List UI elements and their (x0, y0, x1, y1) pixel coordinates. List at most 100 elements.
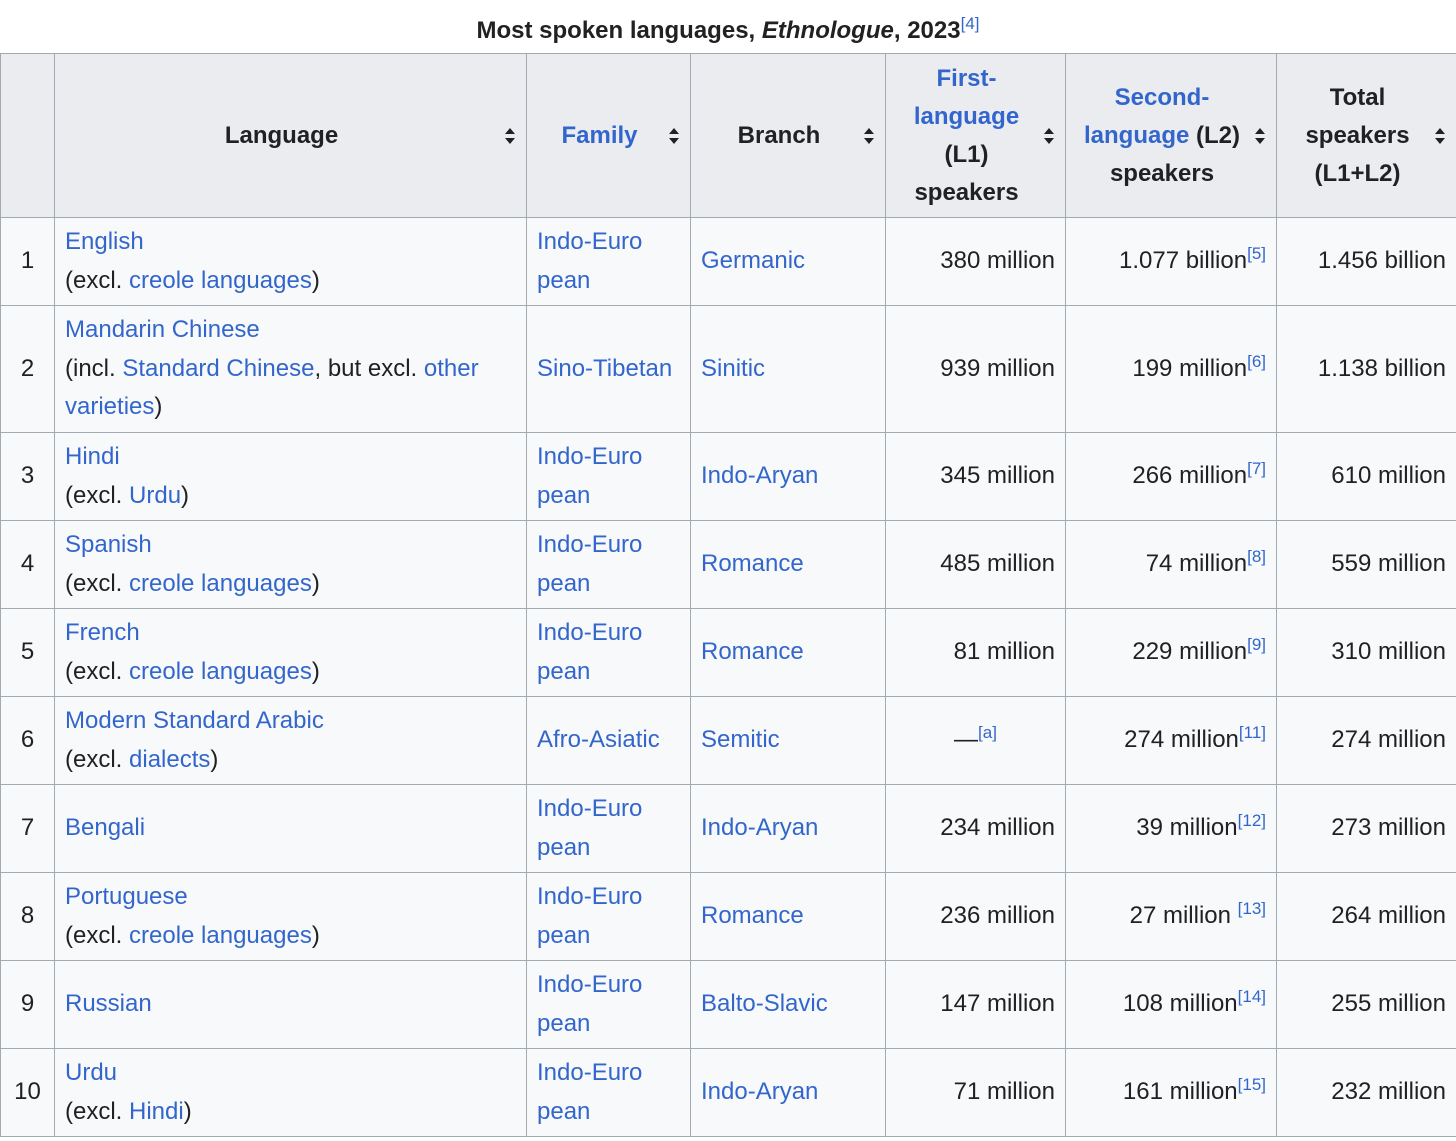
l2-ref-link[interactable]: [5] (1247, 244, 1266, 263)
l2-ref-link[interactable]: [9] (1247, 635, 1266, 654)
l2-speakers-cell: 229 million[9] (1065, 608, 1277, 697)
header-l1-link[interactable]: First-language (914, 65, 1019, 130)
header-family[interactable]: Family (526, 53, 691, 218)
branch-link[interactable]: Indo-Aryan (701, 1078, 818, 1105)
table-row: 2 Mandarin Chinese (incl. Standard Chinese… (0, 305, 1456, 433)
family-link[interactable]: Sino-Tibetan (537, 355, 672, 382)
language-link[interactable]: Russian (65, 990, 152, 1017)
sort-arrows-icon[interactable] (1043, 127, 1055, 144)
language-link[interactable]: Mandarin Chinese (65, 316, 260, 343)
header-family-link[interactable]: Family (561, 122, 637, 149)
language-link[interactable]: French (65, 619, 140, 646)
total-speakers-value: 1.456 billion (1317, 247, 1446, 275)
l2-speakers-value: 229 million (1132, 638, 1248, 666)
language-note-link[interactable]: creole languages (129, 267, 312, 294)
family-link[interactable]: Indo-European (537, 966, 647, 1043)
table-row: 10 Urdu (excl. Hindi) Indo-European Indo-Ary… (0, 1048, 1456, 1137)
header-l1-speakers[interactable]: First-language (L1) speakers (885, 53, 1066, 218)
l2-ref-link[interactable]: [7] (1247, 459, 1266, 478)
total-speakers-cell: 274 million (1276, 696, 1456, 785)
branch-link[interactable]: Romance (701, 550, 804, 577)
language-link[interactable]: Bengali (65, 814, 145, 841)
header-l2-link[interactable]: Second-language (1084, 84, 1209, 149)
branch-link[interactable]: Sinitic (701, 355, 765, 382)
l2-ref-link[interactable]: [13] (1238, 899, 1266, 918)
family-link[interactable]: Indo-European (537, 1054, 647, 1131)
language-cell: French (excl. creole languages) (54, 608, 527, 697)
total-speakers-cell: 1.138 billion (1276, 305, 1456, 433)
family-link[interactable]: Indo-European (537, 790, 647, 867)
table-row: 7 Bengali Indo-European Indo-Aryan 234 milli… (0, 784, 1456, 873)
caption-text: Most spoken languages, (476, 17, 762, 44)
family-link[interactable]: Indo-European (537, 438, 647, 515)
language-note-link[interactable]: dialects (129, 746, 210, 773)
language-link[interactable]: Hindi (65, 443, 120, 470)
header-l2-speakers[interactable]: Second-language (L2) speakers (1065, 53, 1277, 218)
sort-arrows-icon[interactable] (1254, 127, 1266, 144)
branch-link[interactable]: Romance (701, 638, 804, 665)
sort-arrows-icon[interactable] (668, 127, 680, 144)
l2-ref-link[interactable]: [8] (1247, 547, 1266, 566)
language-link[interactable]: Urdu (65, 1059, 117, 1086)
family-link[interactable]: Indo-European (537, 223, 647, 300)
language-note-link[interactable]: Urdu (129, 482, 181, 509)
branch-link[interactable]: Indo-Aryan (701, 462, 818, 489)
l2-speakers-cell: 74 million[8] (1065, 520, 1277, 609)
family-cell: Indo-European (526, 872, 691, 961)
table-row: 5 French (excl. creole languages) Indo-Euro… (0, 608, 1456, 697)
branch-link[interactable]: Balto-Slavic (701, 990, 828, 1017)
total-speakers-value: 255 million (1331, 990, 1446, 1018)
branch-cell: Romance (690, 608, 886, 697)
l1-ref-link[interactable]: [a] (978, 723, 997, 742)
branch-cell: Sinitic (690, 305, 886, 433)
language-note-link[interactable]: creole languages (129, 922, 312, 949)
caption-ref-link[interactable]: [4] (961, 14, 980, 33)
branch-link[interactable]: Semitic (701, 726, 780, 753)
language-cell: Mandarin Chinese (incl. Standard Chinese,… (54, 305, 527, 433)
family-cell: Sino-Tibetan (526, 305, 691, 433)
family-link[interactable]: Indo-European (537, 526, 647, 603)
language-link[interactable]: Modern Standard Arabic (65, 707, 324, 734)
l1-speakers-cell: 71 million (885, 1048, 1066, 1137)
branch-link[interactable]: Romance (701, 902, 804, 929)
sort-arrows-icon[interactable] (504, 127, 516, 144)
language-note-link[interactable]: Hindi (129, 1098, 184, 1125)
l1-speakers-cell: 81 million (885, 608, 1066, 697)
l1-speakers-cell: —[a] (885, 696, 1066, 785)
l2-ref-link[interactable]: [6] (1247, 352, 1266, 371)
language-note-link[interactable]: creole languages (129, 570, 312, 597)
l2-ref-link[interactable]: [11] (1239, 723, 1266, 742)
header-branch[interactable]: Branch (690, 53, 886, 218)
total-speakers-value: 273 million (1331, 814, 1446, 842)
branch-link[interactable]: Indo-Aryan (701, 814, 818, 841)
rank-cell: 1 (0, 217, 55, 306)
l2-speakers-value: 108 million (1122, 990, 1238, 1018)
rank-cell: 9 (0, 960, 55, 1049)
rank-value: 3 (20, 462, 35, 490)
language-link[interactable]: English (65, 228, 144, 255)
language-link[interactable]: Spanish (65, 531, 152, 558)
l2-ref-link[interactable]: [14] (1238, 987, 1266, 1006)
table-row: 9 Russian Indo-European Balto-Slavic 147 mil… (0, 960, 1456, 1049)
language-note: (excl. (65, 745, 130, 773)
l2-ref-link[interactable]: [15] (1238, 1075, 1266, 1094)
header-total-speakers[interactable]: Total speakers (L1+L2) (1276, 53, 1456, 218)
sort-arrows-icon[interactable] (863, 127, 875, 144)
language-link[interactable]: Portuguese (65, 883, 188, 910)
family-link[interactable]: Indo-European (537, 614, 647, 691)
header-language[interactable]: Language (54, 53, 527, 218)
table-row: 6 Modern Standard Arabic (excl. dialects) A… (0, 696, 1456, 785)
l2-speakers-cell: 108 million[14] (1065, 960, 1277, 1049)
family-link[interactable]: Afro-Asiatic (537, 726, 660, 753)
family-cell: Indo-European (526, 432, 691, 521)
language-note-link[interactable]: Standard Chinese (122, 355, 314, 382)
branch-link[interactable]: Germanic (701, 247, 805, 274)
total-speakers-value: 1.138 billion (1317, 354, 1446, 382)
sort-arrows-icon[interactable] (1434, 127, 1446, 144)
language-cell: Spanish (excl. creole languages) (54, 520, 527, 609)
l2-ref-link[interactable]: [12] (1238, 811, 1266, 830)
language-note-link[interactable]: creole languages (129, 658, 312, 685)
family-link[interactable]: Indo-European (537, 878, 647, 955)
total-speakers-value: 310 million (1331, 638, 1446, 666)
table-row: 8 Portuguese (excl. creole languages) Indo-… (0, 872, 1456, 961)
